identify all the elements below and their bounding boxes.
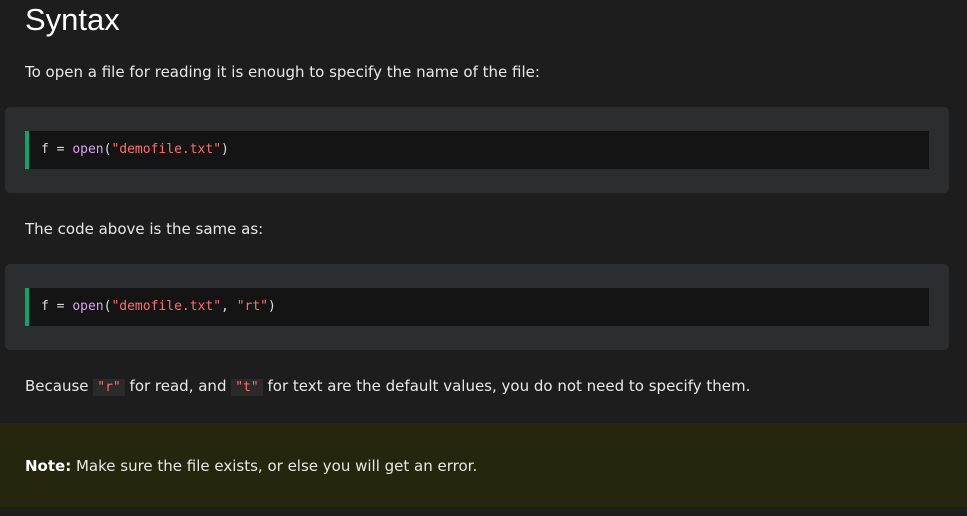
page-title: Syntax xyxy=(25,2,120,37)
code-variable: f xyxy=(41,299,49,314)
note-paragraph: Note: Make sure the file exists, or else… xyxy=(25,456,477,476)
code-close-paren: ) xyxy=(221,142,229,157)
note-label: Note: xyxy=(25,457,72,475)
inline-code-t: "t" xyxy=(231,379,263,396)
code-close-paren: ) xyxy=(268,299,276,314)
code-operator: = xyxy=(56,299,65,314)
code-string-filename: "demofile.txt" xyxy=(111,142,222,157)
code-function: open xyxy=(72,299,104,314)
code-string-mode: "rt" xyxy=(236,299,268,314)
note-box: Note: Make sure the file exists, or else… xyxy=(0,423,967,507)
code-example-2: f = open("demofile.txt", "rt") xyxy=(5,264,949,350)
intro-paragraph: To open a file for reading it is enough … xyxy=(25,63,540,81)
code-comma: , xyxy=(221,299,229,314)
code-block-1[interactable]: f = open("demofile.txt") xyxy=(25,131,929,169)
code-operator: = xyxy=(56,142,65,157)
because-text-2: for read, and xyxy=(124,377,232,395)
note-text: Make sure the file exists, or else you w… xyxy=(71,457,478,475)
code-string-filename: "demofile.txt" xyxy=(111,299,222,314)
code-block-2[interactable]: f = open("demofile.txt", "rt") xyxy=(25,288,929,326)
tutorial-page: Syntax To open a file for reading it is … xyxy=(0,0,967,516)
because-text-3: for text are the default values, you do … xyxy=(262,377,751,395)
code-variable: f xyxy=(41,142,49,157)
code-example-1: f = open("demofile.txt") xyxy=(5,107,949,193)
same-as-paragraph: The code above is the same as: xyxy=(25,220,264,238)
code-function: open xyxy=(72,142,104,157)
because-paragraph: Because "r" for read, and "t" for text a… xyxy=(25,376,750,398)
because-text-1: Because xyxy=(25,377,94,395)
inline-code-r: "r" xyxy=(93,379,125,396)
